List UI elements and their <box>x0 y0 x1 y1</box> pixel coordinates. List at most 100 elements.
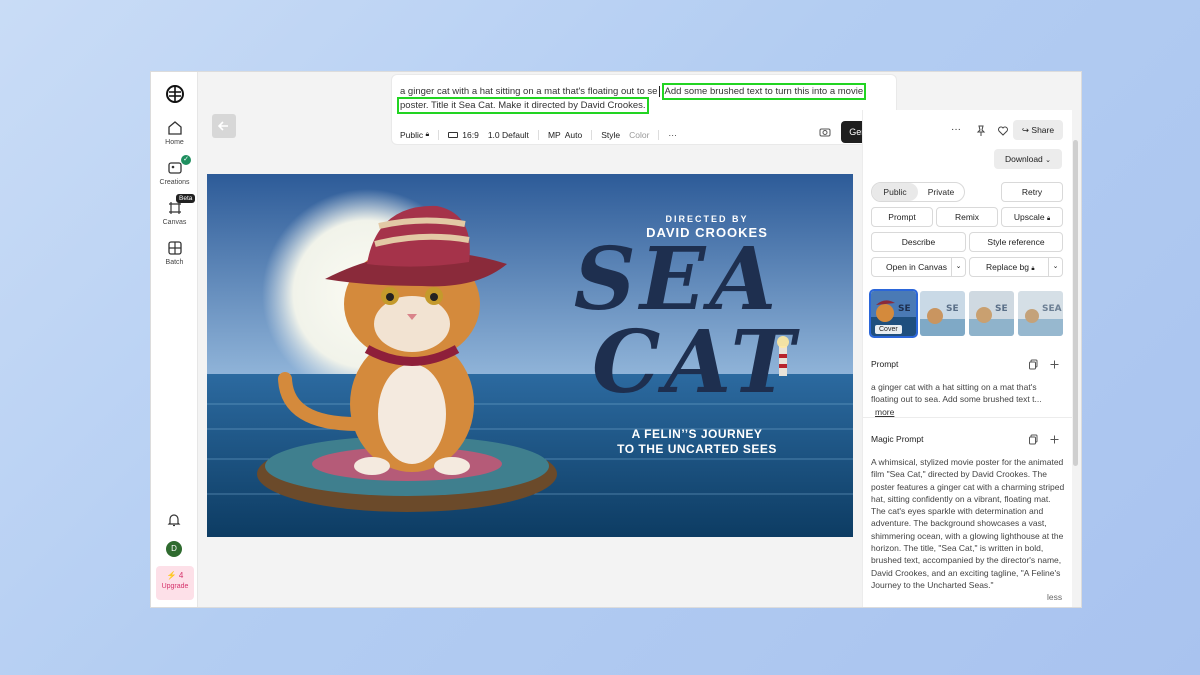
open-in-canvas-button[interactable]: Open in Canvas ⌄ <box>871 257 966 277</box>
generated-image[interactable]: DIRECTED BY DAVID CROOKES SEA CAT A FELI… <box>207 174 853 537</box>
divider <box>438 130 440 140</box>
section-divider <box>862 417 1072 418</box>
share-label: Share <box>1031 125 1055 135</box>
magic-prompt-title: Magic Prompt <box>871 434 924 444</box>
more-link[interactable]: more <box>875 407 894 417</box>
sidebar-item-creations[interactable]: ✓ Creations <box>151 155 198 186</box>
open-in-canvas-label: Open in Canvas <box>886 262 947 272</box>
download-button[interactable]: Download ⌄ <box>994 149 1062 169</box>
mp-label: MP <box>547 130 561 140</box>
plus-icon[interactable] <box>1049 359 1060 370</box>
app-window: Home ✓ Creations Beta Canvas Batch D ⚡ 4… <box>150 71 1082 608</box>
thumbnail-artwork: SEA <box>1018 291 1063 336</box>
visibility-label: Public <box>400 130 424 140</box>
arrow-left-icon <box>217 121 228 131</box>
copy-icon[interactable] <box>1028 434 1039 445</box>
beta-badge: Beta <box>176 194 196 203</box>
pin-icon[interactable] <box>975 125 987 137</box>
describe-button[interactable]: Describe <box>871 232 966 252</box>
thumbnail-4[interactable]: SEA <box>1018 291 1063 336</box>
more-options-button[interactable]: ··· <box>668 130 677 140</box>
replace-bg-button[interactable]: Replace bg 🔒︎ ⌄ <box>969 257 1063 277</box>
prompt-text: a ginger cat with a hat sitting on a mat… <box>871 382 1042 405</box>
model-dropdown[interactable]: 1.0 Default <box>488 130 529 140</box>
prompt-highlight-2: poster. Title it Sea Cat. Make it direct… <box>397 97 649 114</box>
magic-prompt-dropdown[interactable]: MP Auto <box>548 130 582 140</box>
share-button[interactable]: ↪ Share <box>1013 120 1063 140</box>
prompt-input[interactable]: a ginger cat with a hat sitting on a mat… <box>397 83 890 114</box>
poster-tagline-1: A FELIN’’S JOURNEY <box>631 427 763 441</box>
sidebar-item-batch[interactable]: Batch <box>151 240 198 266</box>
color-dropdown[interactable]: Color <box>629 130 649 140</box>
lock-icon: 🔒︎ <box>1046 216 1051 222</box>
thumbnail-3[interactable]: SE <box>969 291 1014 336</box>
aspect-label: 16:9 <box>462 130 479 140</box>
remix-button[interactable]: Remix <box>936 207 998 227</box>
divider <box>658 130 660 140</box>
lock-icon: 🔒︎ <box>425 131 430 138</box>
visibility-dropdown[interactable]: Public 🔒︎ <box>400 130 429 140</box>
sidebar-item-canvas[interactable]: Beta Canvas <box>151 194 198 226</box>
prompt-toolbar: Public 🔒︎ 16:9 1.0 Default MP Auto Style … <box>400 127 890 143</box>
upgrade-label: Upgrade <box>161 583 189 590</box>
svg-text:SE: SE <box>995 304 1008 314</box>
thumbnail-artwork: SE <box>920 291 965 336</box>
avatar[interactable]: D <box>166 541 182 557</box>
sidebar-item-label: Home <box>165 139 184 146</box>
panel-actions: ··· <box>951 125 1019 137</box>
lock-icon: 🔒︎ <box>1031 266 1035 272</box>
thumbnail-1[interactable]: SE Cover <box>869 289 918 338</box>
prompt-section-text: a ginger cat with a hat sitting on a mat… <box>871 381 1066 418</box>
share-icon: ↪ <box>1021 125 1030 135</box>
style-reference-button[interactable]: Style reference <box>969 232 1063 252</box>
chevron-down-icon[interactable]: ⌄ <box>951 258 965 276</box>
retry-button[interactable]: Retry <box>1001 182 1063 202</box>
divider <box>591 130 593 140</box>
sidebar-item-label: Creations <box>159 179 190 186</box>
thumbnail-artwork: SE <box>969 291 1014 336</box>
prompt-editor[interactable]: a ginger cat with a hat sitting on a mat… <box>391 74 897 145</box>
public-option[interactable]: Public <box>872 183 918 201</box>
more-icon[interactable]: ··· <box>951 125 965 137</box>
upgrade-button[interactable]: ⚡ 4 Upgrade <box>156 566 194 600</box>
prompt-text-start: a ginger cat with a hat sitting on a mat… <box>400 86 658 97</box>
left-sidebar: Home ✓ Creations Beta Canvas Batch D ⚡ 4… <box>151 72 198 607</box>
aspect-ratio-icon <box>448 132 459 138</box>
plus-icon[interactable] <box>1049 434 1060 445</box>
prompt-section-title: Prompt <box>871 359 899 369</box>
aspect-ratio-dropdown[interactable]: 16:9 <box>448 130 479 140</box>
replace-bg-label: Replace bg <box>986 262 1030 272</box>
bell-icon[interactable] <box>167 513 181 527</box>
back-button[interactable] <box>212 114 236 138</box>
style-dropdown[interactable]: Style <box>601 130 620 140</box>
app-logo-icon[interactable] <box>165 84 185 104</box>
private-option[interactable]: Private <box>918 183 964 201</box>
thumbnail-2[interactable]: SE <box>920 291 965 336</box>
upscale-button[interactable]: Upscale 🔒︎ <box>1001 207 1063 227</box>
divider <box>537 130 539 140</box>
less-link[interactable]: less <box>1047 592 1062 602</box>
poster-directed-by: DIRECTED BY <box>665 214 749 224</box>
credits-count: ⚡ 4 <box>166 571 184 580</box>
svg-text:SE: SE <box>898 304 911 314</box>
mp-value: Auto <box>564 130 583 140</box>
sidebar-item-home[interactable]: Home <box>151 120 198 146</box>
sidebar-item-label: Canvas <box>162 219 187 226</box>
svg-text:SE: SE <box>946 304 959 314</box>
prompt-section-actions <box>1018 359 1060 370</box>
magic-prompt-text: A whimsical, stylized movie poster for t… <box>871 457 1065 590</box>
copy-icon[interactable] <box>1028 359 1039 370</box>
chevron-down-icon: ⌄ <box>1045 157 1052 164</box>
download-label: Download <box>1004 154 1043 164</box>
image-icon <box>167 162 182 174</box>
sidebar-item-label: Batch <box>165 259 184 266</box>
camera-icon[interactable] <box>819 126 831 138</box>
prompt-button[interactable]: Prompt <box>871 207 933 227</box>
magic-prompt-actions <box>1018 434 1060 445</box>
cover-label: Cover <box>875 325 902 334</box>
heart-icon[interactable] <box>997 125 1009 137</box>
grid-icon <box>167 241 182 255</box>
chevron-down-icon[interactable]: ⌄ <box>1048 258 1062 276</box>
panel-scrollbar[interactable] <box>1073 140 1078 466</box>
poster-title-line2: CAT <box>592 312 799 413</box>
